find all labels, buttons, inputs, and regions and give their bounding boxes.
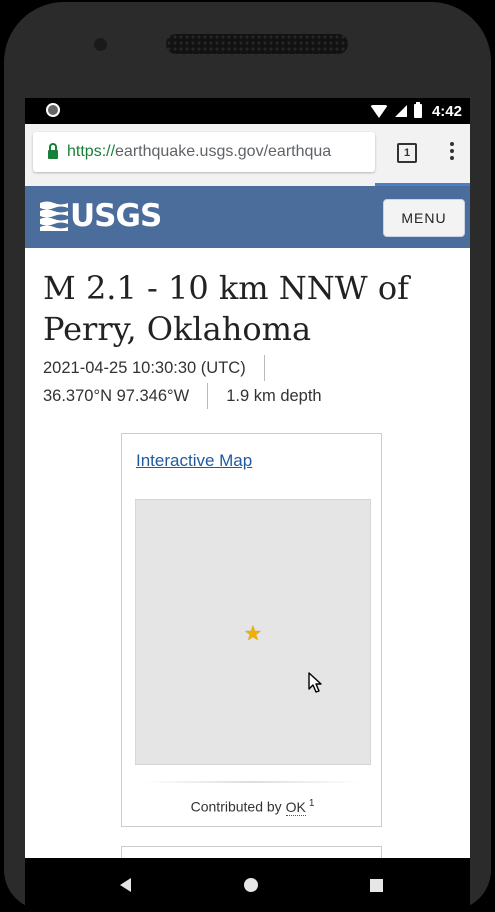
lock-icon bbox=[48, 143, 58, 159]
status-icons: 4:42 bbox=[369, 101, 462, 121]
overflow-menu-icon[interactable] bbox=[450, 142, 454, 162]
back-icon[interactable] bbox=[120, 878, 131, 892]
event-coordinates: 36.370°N 97.346°W bbox=[43, 386, 190, 405]
contributor-link[interactable]: OK bbox=[285, 798, 306, 816]
event-time-row: 2021-04-25 10:30:30 (UTC) bbox=[43, 355, 283, 381]
browser-toolbar: https://earthquake.usgs.gov/earthqua 1 bbox=[25, 124, 470, 186]
contributed-prefix: Contributed by bbox=[190, 798, 282, 815]
site-header: USGS MENU bbox=[25, 186, 470, 248]
separator bbox=[263, 355, 265, 381]
phone-frame: 4:42 https://earthquake.usgs.gov/earthqu… bbox=[0, 0, 495, 912]
map-image[interactable]: ★ bbox=[135, 499, 371, 765]
map-card: Interactive Map ★ Contributed by OK 1 bbox=[121, 433, 382, 827]
signal-icon bbox=[394, 105, 407, 117]
separator bbox=[207, 383, 209, 409]
interactive-map-link[interactable]: Interactive Map bbox=[136, 451, 252, 471]
event-location-row: 36.370°N 97.346°W 1.9 km depth bbox=[43, 383, 322, 409]
contributed-by: Contributed by OK 1 bbox=[122, 798, 383, 816]
address-bar[interactable]: https://earthquake.usgs.gov/earthqua bbox=[33, 132, 375, 172]
earpiece-speaker bbox=[166, 34, 348, 54]
footnote-marker[interactable]: 1 bbox=[309, 798, 315, 809]
divider bbox=[142, 781, 362, 783]
url-text: https://earthquake.usgs.gov/earthqua bbox=[67, 143, 331, 161]
android-nav-bar bbox=[25, 858, 470, 912]
event-depth: 1.9 km depth bbox=[226, 386, 322, 405]
battery-icon bbox=[413, 102, 422, 118]
wifi-icon bbox=[369, 104, 388, 118]
event-title: M 2.1 - 10 km NNW of Perry, Oklahoma bbox=[43, 269, 409, 348]
menu-button[interactable]: MENU bbox=[383, 199, 465, 237]
usgs-waves-icon bbox=[40, 201, 68, 231]
next-card bbox=[121, 846, 382, 858]
recents-icon[interactable] bbox=[370, 879, 383, 892]
mouse-cursor-icon bbox=[308, 672, 322, 693]
logo-text: USGS bbox=[70, 198, 162, 234]
front-camera bbox=[94, 38, 107, 51]
home-icon[interactable] bbox=[244, 878, 258, 892]
usgs-logo[interactable]: USGS bbox=[39, 198, 162, 234]
status-time: 4:42 bbox=[431, 102, 462, 120]
notification-icon bbox=[46, 103, 60, 117]
url-scheme: https:// bbox=[67, 143, 116, 160]
tab-switcher-button[interactable]: 1 bbox=[397, 143, 417, 163]
event-datetime: 2021-04-25 10:30:30 (UTC) bbox=[43, 358, 246, 377]
epicenter-star-icon: ★ bbox=[244, 623, 262, 645]
screen: 4:42 https://earthquake.usgs.gov/earthqu… bbox=[25, 98, 470, 858]
url-host: earthquake.usgs.gov/earthqua bbox=[115, 143, 332, 160]
status-bar: 4:42 bbox=[25, 98, 470, 124]
